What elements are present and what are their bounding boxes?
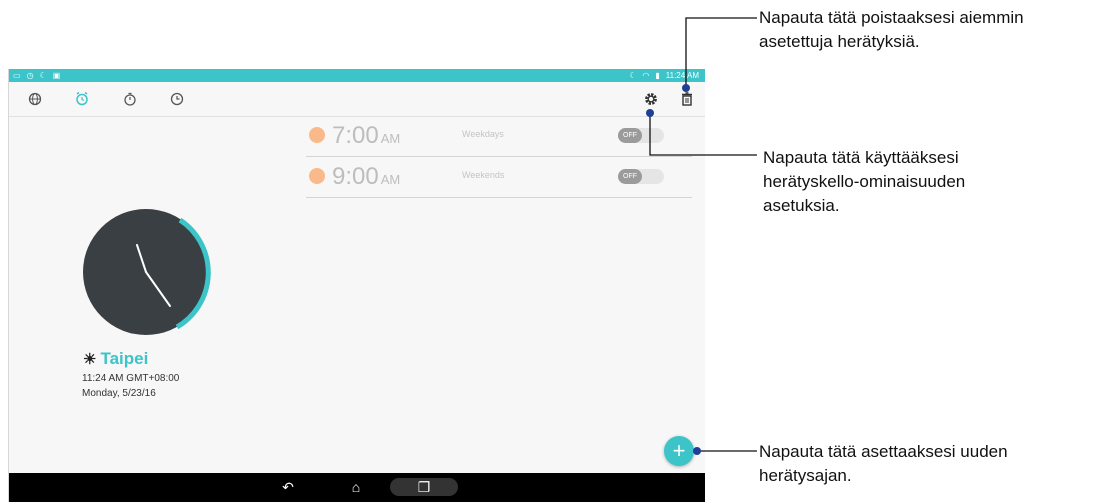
callout-settings: Napauta tätä käyttääksesi herätyskello-o… [763, 148, 966, 215]
callout-add: Napauta tätä asettaaksesi uuden herätysa… [759, 442, 1008, 485]
callout-leaders [646, 17, 757, 455]
callout-delete: Napauta tätä poistaaksesi aiemmin asetet… [759, 8, 1024, 51]
